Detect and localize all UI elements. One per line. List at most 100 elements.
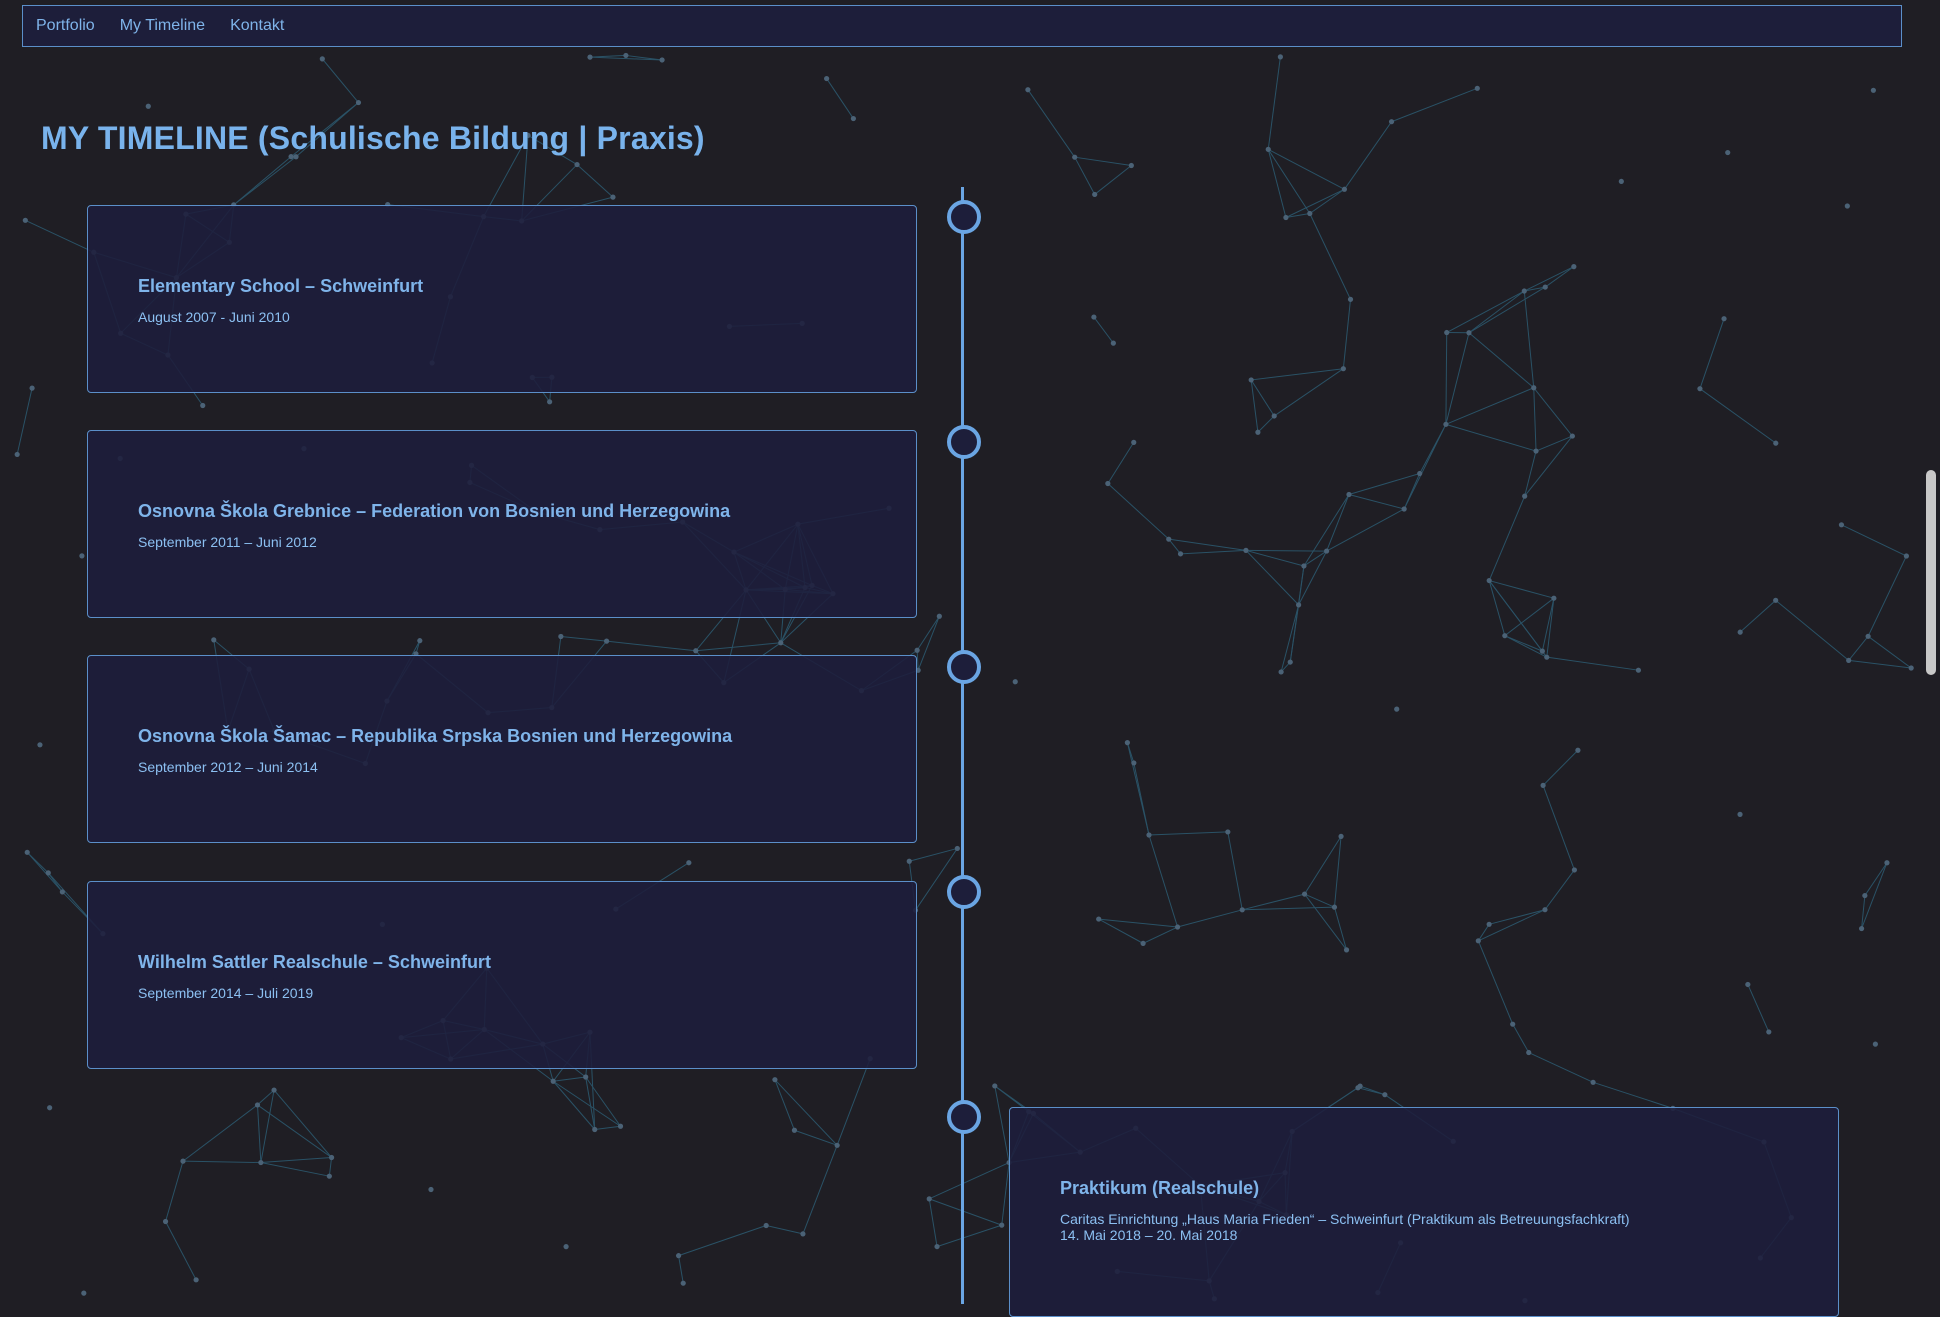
nav-link-portfolio[interactable]: Portfolio xyxy=(36,17,95,35)
particle-link xyxy=(1327,494,1349,551)
timeline-card-title: Osnovna Škola Šamac – Republika Srpska B… xyxy=(138,726,866,747)
particle-link xyxy=(1258,416,1274,432)
particle-dot xyxy=(934,1244,939,1249)
particle-dot xyxy=(1288,659,1293,664)
particle-dot xyxy=(47,1105,52,1110)
particle-dot xyxy=(1540,649,1545,654)
particle-dot xyxy=(1272,413,1277,418)
particle-link xyxy=(1075,157,1095,194)
particle-link xyxy=(590,55,626,57)
particle-link xyxy=(1299,551,1327,605)
particle-dot xyxy=(1105,481,1110,486)
nav-link-kontakt[interactable]: Kontakt xyxy=(230,17,284,35)
particle-link xyxy=(1534,388,1573,436)
particle-dot xyxy=(587,55,592,60)
particle-dot xyxy=(327,1174,332,1179)
particle-dot xyxy=(1572,867,1577,872)
particle-dot xyxy=(258,1160,263,1165)
particle-link xyxy=(322,59,358,103)
particle-link xyxy=(1349,474,1420,495)
particle-dot xyxy=(1476,938,1481,943)
particle-dot xyxy=(1283,215,1288,220)
timeline-card-date: September 2012 – Juni 2014 xyxy=(138,759,866,775)
particle-dot xyxy=(558,634,563,639)
particle-link xyxy=(1489,910,1545,925)
particle-dot xyxy=(146,104,151,109)
particle-link xyxy=(1108,442,1134,483)
particle-dot xyxy=(955,846,960,851)
particle-link xyxy=(1446,333,1469,425)
particle-link xyxy=(1228,832,1242,910)
particle-link xyxy=(1469,287,1545,333)
particle-dot xyxy=(1072,155,1077,160)
particle-link xyxy=(775,1080,795,1131)
particle-dot xyxy=(1013,679,1018,684)
particle-link xyxy=(1534,388,1536,451)
particle-dot xyxy=(1575,748,1580,753)
particle-dot xyxy=(1129,163,1134,168)
particle-link xyxy=(937,1225,1002,1246)
particle-dot xyxy=(1845,203,1850,208)
particle-dot xyxy=(255,1102,260,1107)
timeline-card-osnovna-skola-grebnice: Osnovna Škola Grebnice – Federation von … xyxy=(87,430,917,618)
particle-dot xyxy=(623,53,628,58)
particle-link xyxy=(1404,424,1446,509)
particle-dot xyxy=(1544,655,1549,660)
particle-dot xyxy=(1502,633,1507,638)
particle-dot xyxy=(1341,366,1346,371)
particle-link xyxy=(1028,90,1075,157)
particle-dot xyxy=(1346,492,1351,497)
particle-link xyxy=(1524,291,1533,388)
particle-dot xyxy=(1243,548,1248,553)
particle-dot xyxy=(824,76,829,81)
particle-dot xyxy=(1338,834,1343,839)
particle-link xyxy=(1246,550,1304,566)
timeline-card-description: Caritas Einrichtung „Haus Maria Frieden“… xyxy=(1060,1211,1788,1227)
particle-link xyxy=(1094,317,1113,343)
timeline-card-date: September 2014 – Juli 2019 xyxy=(138,985,866,1001)
particle-link xyxy=(1447,291,1525,332)
particle-dot xyxy=(1255,430,1260,435)
particle-link xyxy=(1593,1082,1673,1108)
particle-dot xyxy=(1125,740,1130,745)
particle-dot xyxy=(194,1277,199,1282)
particle-dot xyxy=(835,1143,840,1148)
particle-dot xyxy=(1096,916,1101,921)
particle-dot xyxy=(618,1124,623,1129)
particle-link xyxy=(183,1105,257,1161)
particle-link xyxy=(1134,763,1149,835)
particle-link xyxy=(27,852,62,892)
top-navbar: Portfolio My Timeline Kontakt xyxy=(22,5,1902,47)
particle-link xyxy=(1286,189,1345,217)
particle-dot xyxy=(1591,1080,1596,1085)
particle-dot xyxy=(417,638,422,643)
particle-dot xyxy=(547,399,552,404)
particle-link xyxy=(257,1105,331,1158)
particle-dot xyxy=(1175,924,1180,929)
particle-dot xyxy=(1773,441,1778,446)
particle-dot xyxy=(1466,330,1471,335)
timeline-marker-1 xyxy=(947,200,981,234)
timeline-card-date: August 2007 - Juni 2010 xyxy=(138,309,866,325)
particle-link xyxy=(25,220,93,252)
particle-link xyxy=(607,641,696,651)
particle-dot xyxy=(907,859,912,864)
particle-link xyxy=(1505,636,1547,657)
particle-link xyxy=(1446,388,1534,425)
particle-dot xyxy=(329,1155,334,1160)
particle-link xyxy=(1108,483,1169,539)
particle-dot xyxy=(1249,377,1254,382)
scrollbar-thumb[interactable] xyxy=(1926,470,1936,675)
particle-link xyxy=(1334,907,1346,950)
particle-dot xyxy=(1332,905,1337,910)
particle-dot xyxy=(1225,829,1230,834)
particle-link xyxy=(1513,1024,1529,1052)
particle-link xyxy=(929,1199,937,1247)
timeline-marker-2 xyxy=(947,425,981,459)
particle-link xyxy=(595,1126,621,1129)
particle-dot xyxy=(1091,314,1096,319)
nav-link-my-timeline[interactable]: My Timeline xyxy=(120,17,205,35)
particle-link xyxy=(1149,835,1178,927)
particle-dot xyxy=(610,195,615,200)
particle-dot xyxy=(574,162,579,167)
